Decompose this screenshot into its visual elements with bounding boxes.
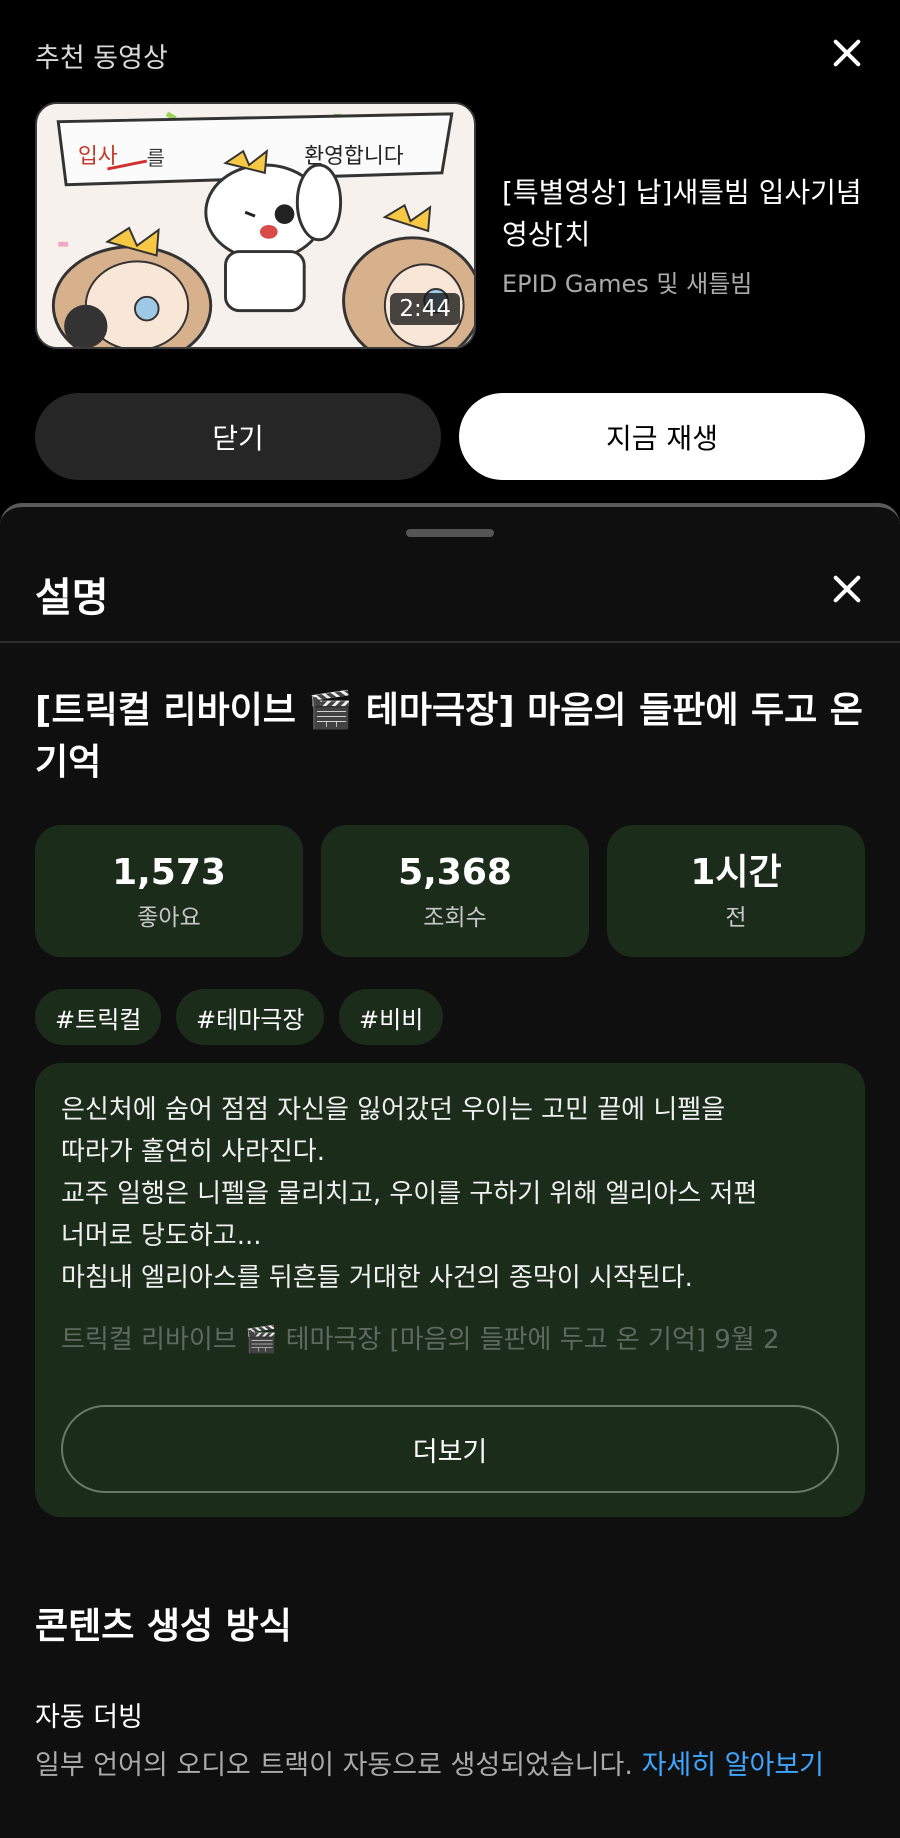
description-box[interactable]: 은신처에 숨어 점점 자신을 잃어갔던 우이는 고민 끝에 니펠을 따라가 홀연… [35, 1063, 865, 1517]
views-stat: 5,368 조회수 [321, 825, 589, 957]
hashtag-chip[interactable]: #테마극장 [176, 989, 325, 1045]
learn-more-link[interactable]: 자세히 알아보기 [642, 1750, 824, 1781]
sheet-title: 설명 [35, 575, 109, 621]
likes-stat: 1,573 좋아요 [35, 825, 303, 957]
video-thumbnail[interactable]: 입사 를 환영합니다 2:44 [35, 102, 476, 349]
likes-label: 좋아요 [137, 905, 201, 931]
description-text: 은신처에 숨어 점점 자신을 잃어갔던 우이는 고민 끝에 니펠을 따라가 홀연… [61, 1095, 758, 1293]
play-now-button[interactable]: 지금 재생 [459, 393, 865, 480]
auto-dubbing-description: 일부 언어의 오디오 트랙이 자동으로 생성되었습니다. [35, 1750, 642, 1781]
upload-time-value: 1시간 [690, 852, 782, 893]
views-count: 5,368 [398, 852, 512, 893]
close-icon[interactable] [827, 569, 867, 609]
close-button[interactable]: 닫기 [35, 393, 441, 480]
recommended-header: 추천 동영상 [35, 43, 168, 74]
hashtag-chip[interactable]: #비비 [339, 989, 444, 1045]
recommended-video-panel: 추천 동영상 입사 를 환영합니다 2:44 [특별영상] 납]새틀빔 입사기념… [0, 0, 900, 503]
close-icon[interactable] [827, 33, 867, 73]
hashtag-chip[interactable]: #트릭컬 [35, 989, 162, 1045]
upload-time-label: 전 [725, 905, 747, 931]
upload-time-stat: 1시간 전 [607, 825, 865, 957]
description-sheet: 설명 [트릭컬 리바이브 🎬 테마극장] 마음의 들판에 두고 온 기억 1,5… [0, 503, 900, 1838]
video-title: [트릭컬 리바이브 🎬 테마극장] 마음의 들판에 두고 온 기억 [35, 690, 863, 783]
banner-text-2: 를 [147, 147, 165, 170]
recommended-channel-name[interactable]: EPID Games 및 새틀빔 [502, 264, 752, 299]
auto-dubbing-title: 자동 더빙 [35, 1702, 143, 1733]
drag-handle[interactable] [406, 529, 494, 537]
description-faded-text: 트릭컬 리바이브 🎬 테마극장 [마음의 들판에 두고 온 기억] 9월 2 [61, 1325, 780, 1355]
views-label: 조회수 [423, 905, 487, 931]
divider [0, 641, 900, 643]
likes-count: 1,573 [112, 852, 226, 893]
auto-dubbing-text: 일부 언어의 오디오 트랙이 자동으로 생성되었습니다. 자세히 알아보기 [35, 1743, 824, 1782]
content-creation-heading: 콘텐츠 생성 방식 [35, 1606, 292, 1647]
banner-text-1: 입사 [78, 144, 118, 169]
duration-badge: 2:44 [390, 293, 460, 325]
show-more-button[interactable]: 더보기 [61, 1405, 839, 1493]
recommended-video-title[interactable]: [특별영상] 납]새틀빔 입사기념 영상[치 [502, 172, 872, 256]
